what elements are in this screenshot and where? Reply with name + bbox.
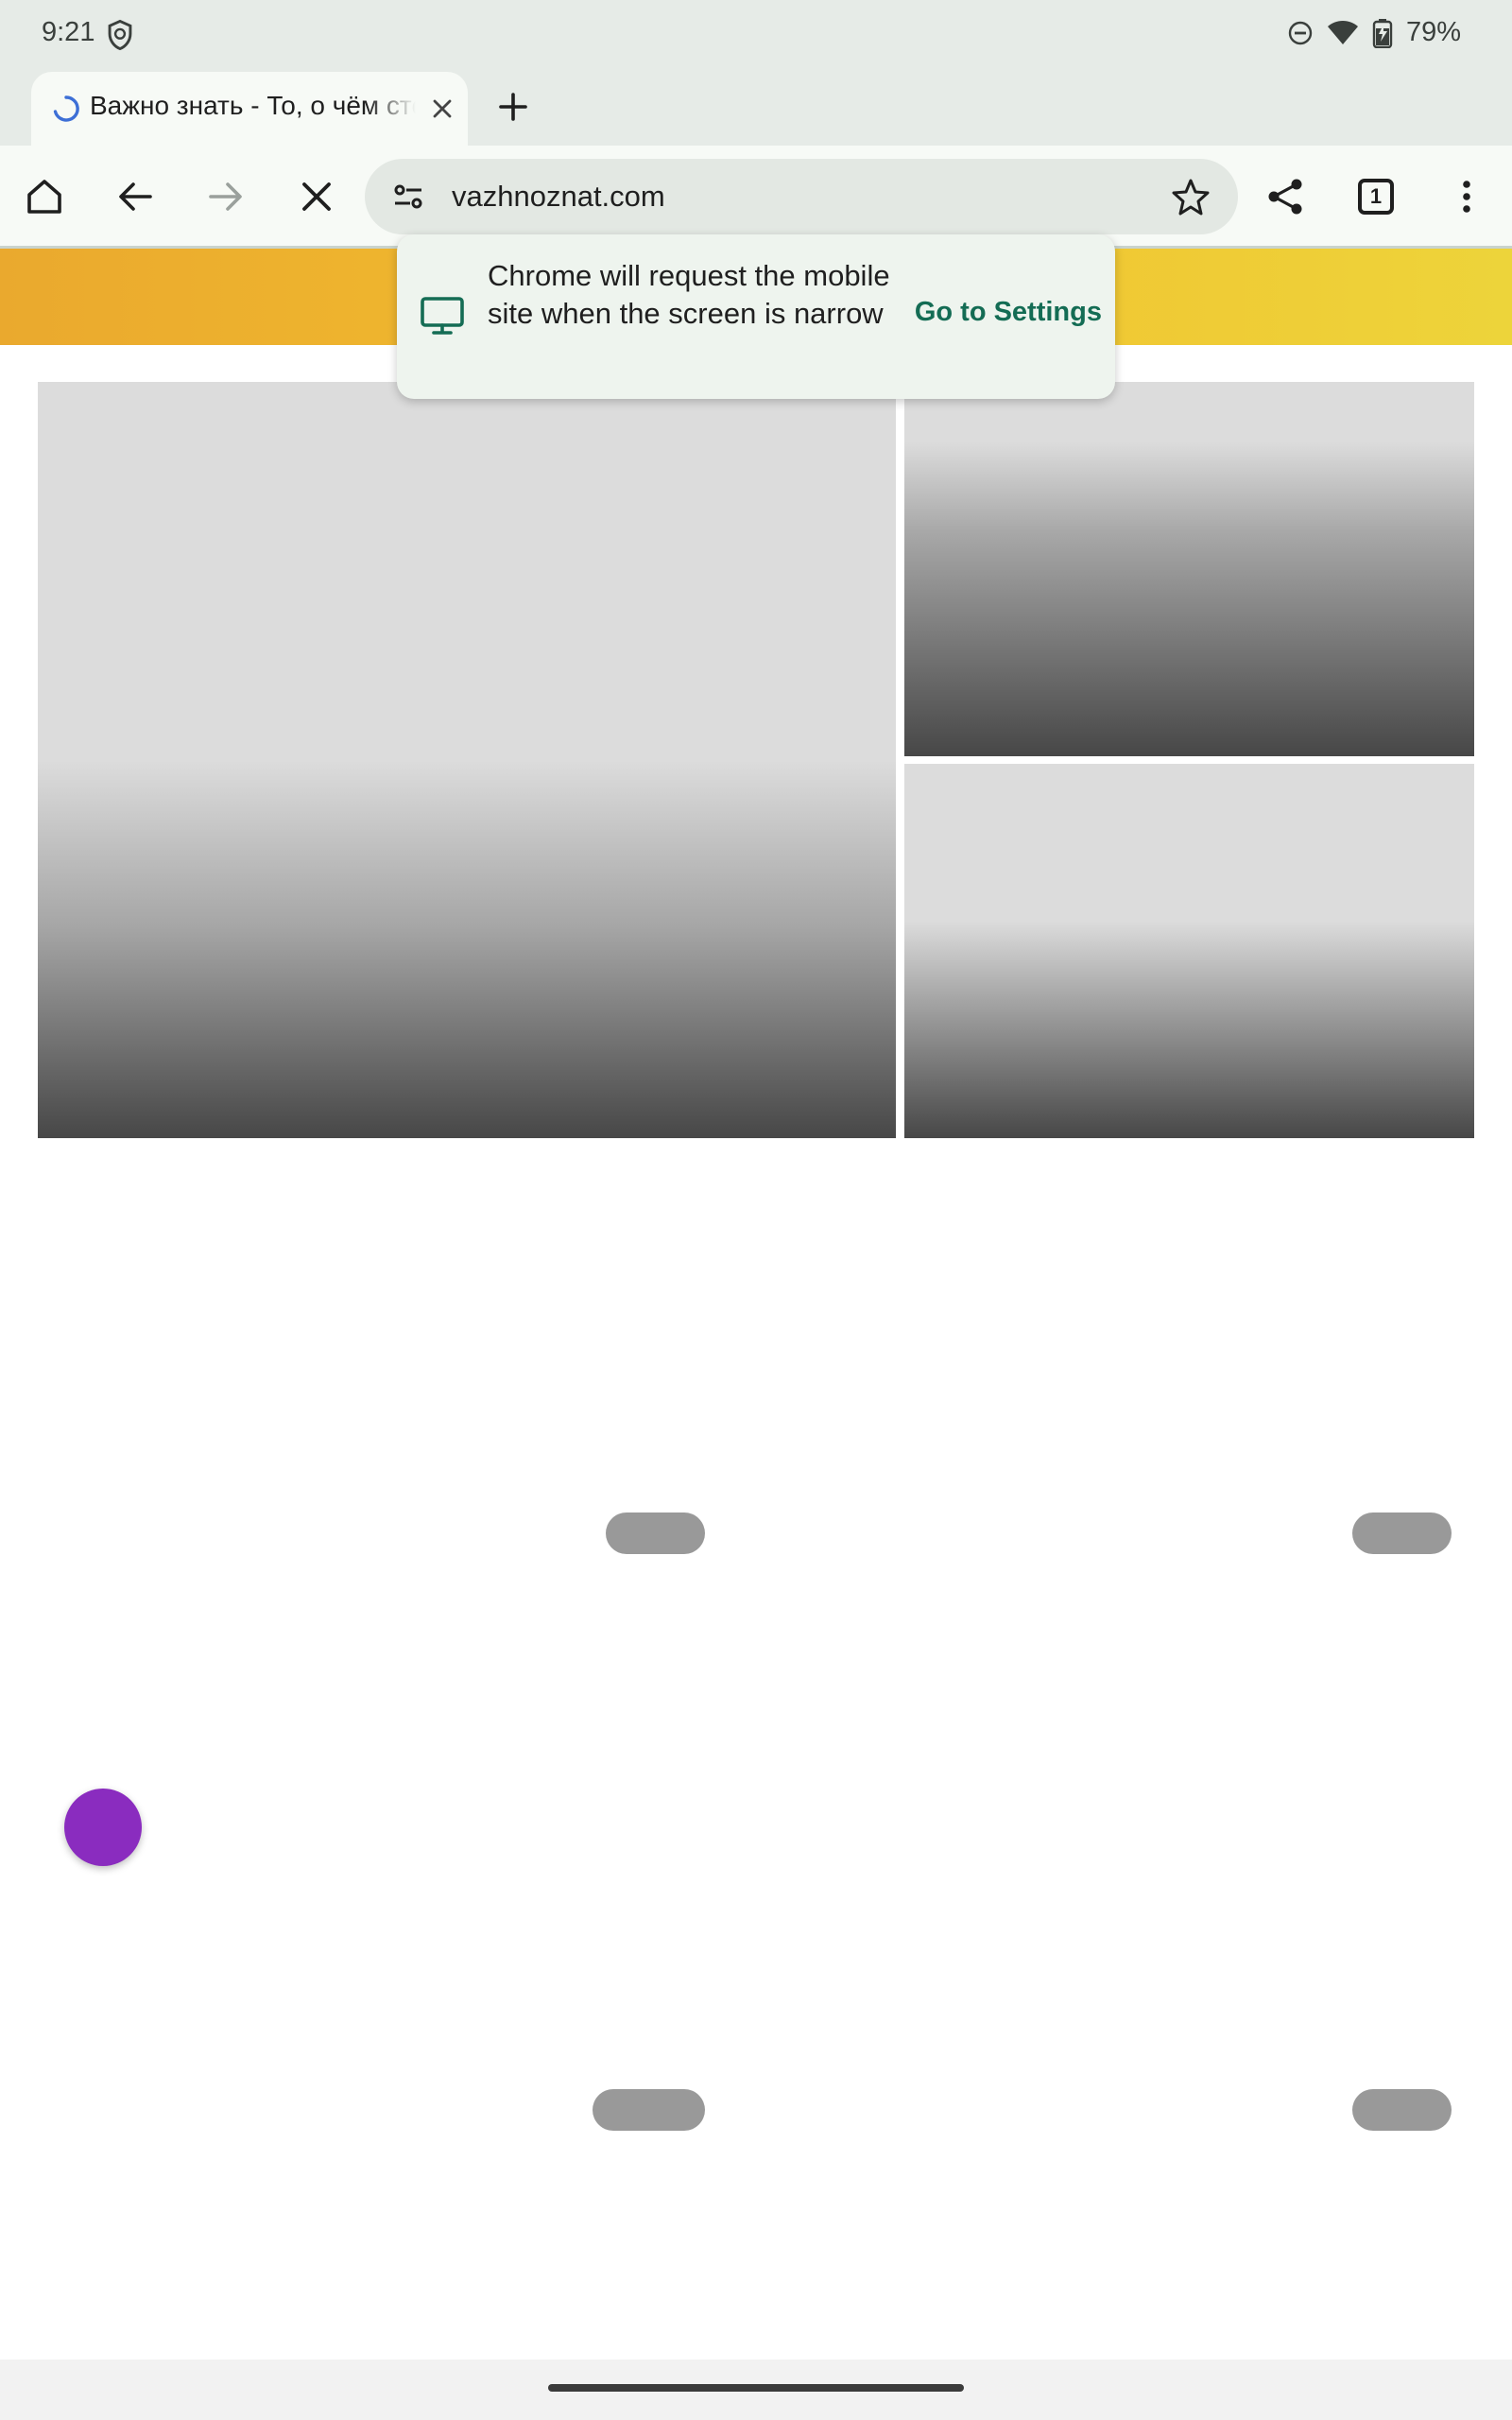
share-icon [1268,179,1302,215]
status-bar: 9:21 79% [0,0,1512,68]
placeholder-tag [1352,2089,1452,2131]
close-icon[interactable] [426,93,458,125]
star-outline-icon[interactable] [1170,176,1211,217]
arrow-back-icon [119,182,152,211]
omnibox[interactable]: vazhnoznat.com [365,159,1238,234]
share-button[interactable] [1255,166,1315,227]
close-icon [302,182,331,211]
url-text[interactable]: vazhnoznat.com [452,180,665,214]
plus-icon[interactable] [491,85,535,129]
home-icon [27,180,61,214]
tab-switcher-button[interactable]: 1 [1346,166,1406,227]
mobile-site-infobar: Chrome will request the mobile site when… [397,234,1115,399]
floating-action-button[interactable] [64,1789,142,1866]
featured-image-top-right[interactable] [904,382,1474,756]
battery-icon [1372,18,1393,48]
infobar-message: Chrome will request the mobile site when… [488,259,890,330]
stop-button[interactable] [286,166,347,227]
tab-title: Важно знать - То, о чём стоит знать [90,91,416,120]
battery-percent: 79% [1405,17,1461,47]
tab-strip: Важно знать - То, о чём стоит знать [0,68,1512,146]
loading-spinner-icon [53,95,79,122]
tune-icon[interactable] [389,178,427,216]
tab-count: 1 [1358,179,1394,215]
desktop-icon [421,297,464,335]
home-gesture-handle[interactable] [548,2384,964,2392]
go-to-settings-link[interactable]: Go to Settings [915,297,1102,328]
wifi-icon [1327,20,1358,44]
placeholder-tag [1352,1512,1452,1554]
status-icons: 79% [1287,17,1461,48]
featured-image-bottom-right[interactable] [904,764,1474,1138]
forward-button[interactable] [196,166,256,227]
more-vert-icon [1463,181,1470,213]
home-button[interactable] [14,166,75,227]
do-not-disturb-icon [1288,21,1313,44]
back-button[interactable] [105,166,165,227]
placeholder-tag [593,2089,705,2131]
menu-button[interactable] [1436,166,1497,227]
gesture-nav-bar [0,2360,1512,2420]
status-time: 9:21 [42,17,95,47]
arrow-forward-icon [209,182,242,211]
browser-toolbar: vazhnoznat.com 1 [0,146,1512,248]
tab-active[interactable]: Важно знать - То, о чём стоит знать [31,72,468,146]
featured-image-main[interactable] [38,382,896,1138]
shield-icon [108,19,132,51]
placeholder-tag [606,1512,705,1554]
